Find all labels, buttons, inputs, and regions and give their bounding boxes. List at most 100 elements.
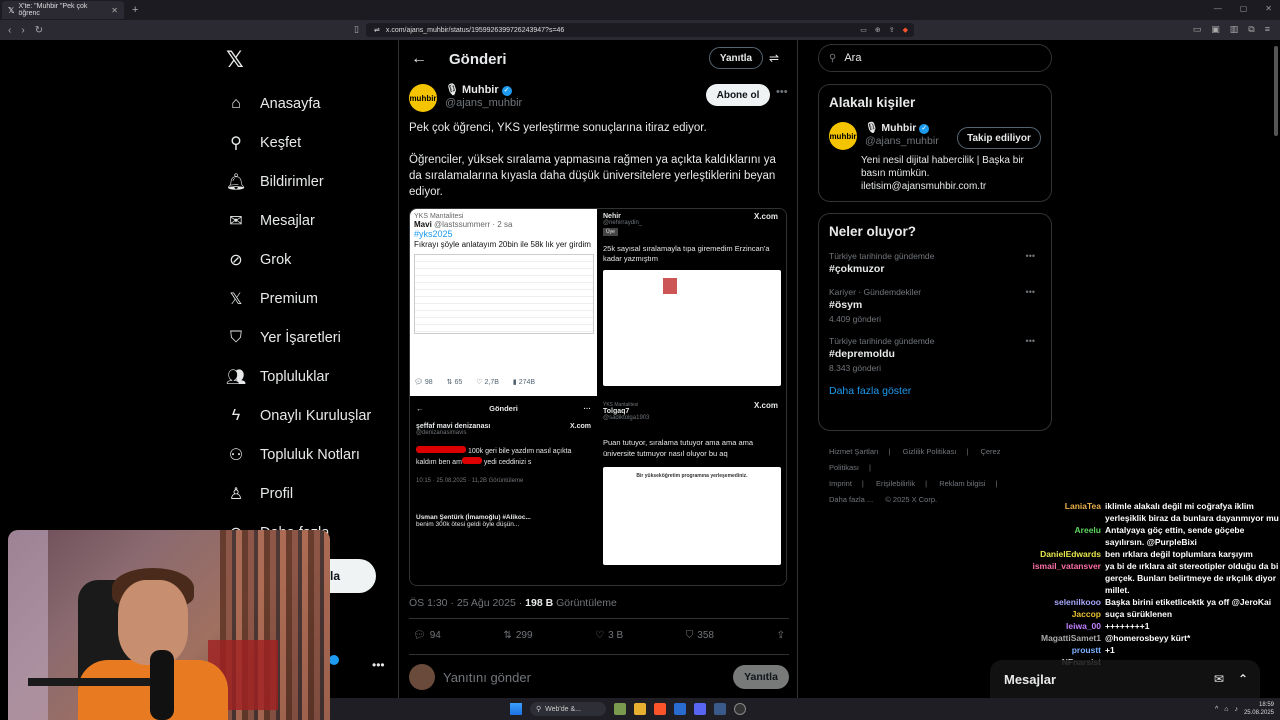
chat-username[interactable]: Areelu [1000,524,1105,548]
related-name: Muhbir [881,122,917,134]
media-image-3[interactable]: ← Gönderi ··· şeffaf mavi denizanası X.com… [410,398,597,585]
share-button[interactable]: ⇪ [777,630,785,641]
messages-dock[interactable]: Mesajlar ✉ ⌃ [990,660,1260,698]
chat-username[interactable]: selenilkooo [1000,596,1105,608]
steam-icon[interactable] [714,703,726,715]
chat-username[interactable]: leiwa_00 [1000,620,1105,632]
repost-button[interactable]: ⇅ 299 [503,630,532,641]
reply-composer: Yanıtını gönder Yanıtla [409,664,789,690]
trend-item[interactable]: Türkiye tarihinde gündemde #çokmuzor ••• [829,251,1041,275]
post-author[interactable]: muhbir 🎙︎Muhbir @ajans_muhbir [409,84,522,112]
sidebar-item-explore[interactable]: ⚲ Keşfet [226,123,371,162]
trend-item[interactable]: Türkiye tarihinde gündemde #depremoldu 8… [829,336,1041,373]
bookmark-star-icon[interactable]: ▯ [354,24,359,35]
minimize-icon[interactable]: — [1214,4,1222,13]
sidebar-item-community-notes[interactable]: ⚇ Topluluk Notları [226,435,371,474]
scrollbar[interactable] [1274,46,1278,136]
site-info-icon[interactable]: ⇌ [374,26,380,34]
sidebar-item-grok[interactable]: ⊘ Grok [226,240,371,279]
media-image-4[interactable]: YKS Mantalitesi Tolgaq7 @sadiktolga1903 … [599,398,786,585]
volume-icon[interactable]: ♪ [1234,706,1238,713]
sidebar-item-messages[interactable]: ✉ Mesajlar [226,201,371,240]
footer-link[interactable]: Imprint [829,479,852,488]
chat-text: ben ırklara değil toplumlara karşıyım [1105,549,1253,559]
windows-start-icon[interactable] [510,703,522,715]
sidebar-item-home[interactable]: ⌂ Anasayfa [226,84,371,123]
x-logo-icon[interactable]: 𝕏 [226,47,244,73]
expand-icon[interactable]: ⌃ [1238,672,1248,686]
chat-username[interactable]: ismail_vatansver [1000,560,1105,596]
chat-username[interactable]: Jaccop [1000,608,1105,620]
wallet-icon[interactable]: ▣ [1211,24,1220,35]
forward-icon[interactable]: › [21,25,24,36]
extensions-icon[interactable]: ⧉ [1248,24,1254,35]
tab-close-icon[interactable]: ✕ [111,6,118,15]
account-menu-icon[interactable]: ••• [372,658,385,672]
sidebar-item-verified-orgs[interactable]: ϟ Onaylı Kuruluşlar [226,396,371,435]
subscribe-button[interactable]: Abone ol [706,84,770,106]
sidebar-item-premium[interactable]: 𝕏 Premium [226,279,371,318]
folder-icon[interactable] [634,703,646,715]
address-bar[interactable]: ⇌ x.com/ajans_muhbir/status/195992639972… [366,23,914,37]
more-options-icon[interactable]: ••• [1026,287,1035,297]
show-more-link[interactable]: Daha fazla göster [829,385,1041,397]
clock[interactable]: 18:59 25.08.2025 [1244,701,1274,717]
media-image-1[interactable]: YKS Mantalitesi Mavi @lastssummerr · 2 s… [410,209,597,396]
reply-button[interactable]: 💬︎ 94 [413,630,441,641]
search-input[interactable]: ⚲ Ara [818,44,1052,72]
browser-tab[interactable]: 𝕏 X'te: "Muhbir "Pek çok öğrenc ✕ [2,1,124,19]
app-icon[interactable] [614,703,626,715]
avatar[interactable]: muhbir [829,122,857,150]
like-button[interactable]: ♡ 3 B [595,630,623,641]
chat-username[interactable]: LaniaTea [1000,500,1105,524]
settings-sliders-icon[interactable]: ⇌ [769,51,779,65]
new-message-icon[interactable]: ✉ [1214,672,1224,686]
zoom-icon[interactable]: ⊕ [875,26,881,34]
vpn-icon[interactable]: ▭ [1193,24,1202,35]
footer-link[interactable]: Hizmet Şartları [829,447,879,456]
media-stats: 💬︎ 98 ⇅ 65 ♡ 2,7B ▮ 274B [414,378,535,386]
following-button[interactable]: Takip ediliyor [957,127,1041,149]
menu-icon[interactable]: ≡ [1265,24,1270,35]
sidebar-item-communities[interactable]: 👥︎ Topluluklar [226,357,371,396]
more-options-icon[interactable]: ••• [1026,336,1035,346]
tray-arrow-icon[interactable]: ^ [1215,706,1218,713]
header-reply-button[interactable]: Yanıtla [709,47,763,69]
chat-message: leiwa_00 ++++++++1 [1000,620,1280,632]
close-window-icon[interactable]: ✕ [1265,4,1272,13]
share-icon[interactable]: ⇪ [889,26,895,34]
media-image-2[interactable]: Nehir @nehirraydin_ Üye X.com 25k sayısa… [599,209,786,396]
back-icon[interactable]: ‹ [8,25,11,36]
chat-username[interactable]: DanielEdwards [1000,548,1105,560]
screen-icon[interactable]: ▭ [860,26,867,34]
maximize-icon[interactable]: ▢ [1240,4,1248,13]
reply-submit-button[interactable]: Yanıtla [733,665,789,689]
more-options-icon[interactable]: ••• [1026,251,1035,261]
footer-link[interactable]: Gizlilik Politikası [903,447,957,456]
sidebar-item-notifications[interactable]: 🔔︎ Bildirimler [226,162,371,201]
footer-link[interactable]: Reklam bilgisi [939,479,985,488]
chat-username[interactable]: MagattiSamet1 [1000,632,1105,644]
reply-input[interactable]: Yanıtını gönder [443,670,531,685]
network-icon[interactable]: ⌂ [1224,706,1228,713]
sidebar-item-profile[interactable]: ♙ Profil [226,474,371,513]
avatar[interactable]: muhbir [409,84,437,112]
footer-link[interactable]: Erişilebilirlik [876,479,915,488]
brave-shield-icon[interactable]: ◆ [903,26,908,34]
sidebar-item-bookmarks[interactable]: ⛉ Yer İşaretleri [226,318,371,357]
back-arrow-icon[interactable]: ← [411,50,427,68]
mic-emoji-icon: 🎙︎ [445,84,459,96]
sidebar-toggle-icon[interactable]: ▥ [1230,24,1239,35]
new-tab-icon[interactable]: + [132,4,138,16]
chat-username[interactable]: proustt [1000,644,1105,656]
app-icon[interactable] [674,703,686,715]
reload-icon[interactable]: ↻ [35,25,43,36]
brave-icon[interactable] [654,703,666,715]
taskbar-search[interactable]: ⚲ Web'de &... [530,702,606,716]
discord-icon[interactable] [694,703,706,715]
footer-link[interactable]: Daha fazla ... [829,495,873,504]
bookmark-button[interactable]: ⛉ 358 [686,630,714,641]
obs-icon[interactable] [734,703,746,715]
trend-item[interactable]: Kariyer · Gündemdekiler #ösym 4.409 gönd… [829,287,1041,324]
more-options-icon[interactable]: ••• [776,86,788,98]
